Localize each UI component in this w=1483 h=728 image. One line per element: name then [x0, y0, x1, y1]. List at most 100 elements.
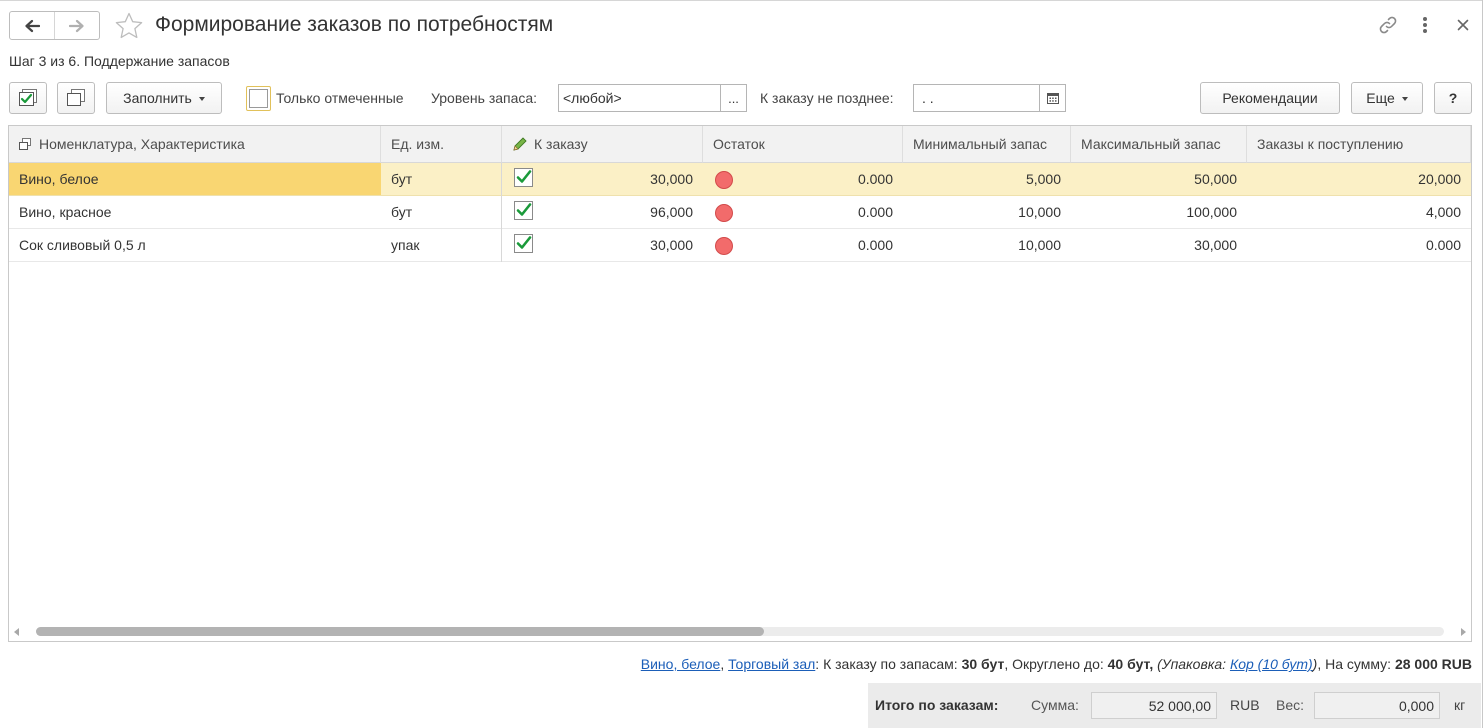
order-by-label: К заказу не позднее:	[760, 90, 894, 106]
fill-button-label: Заполнить	[123, 90, 192, 106]
check-all-icon	[19, 89, 37, 106]
cell-max-stock[interactable]: 50,000	[1071, 163, 1247, 196]
row-checkbox-checked-icon[interactable]	[514, 234, 533, 253]
stock-level-select-button[interactable]: ...	[721, 84, 747, 112]
cell-unit[interactable]: бут	[381, 163, 502, 196]
column-header-to-order[interactable]: К заказу	[502, 126, 703, 163]
info-comma: ,	[720, 656, 725, 672]
to-order-value: 96,000	[650, 204, 693, 220]
cell-min-stock[interactable]: 10,000	[903, 229, 1071, 262]
row-checkbox-checked-icon[interactable]	[514, 168, 533, 187]
stock-level-label: Уровень запаса:	[431, 90, 538, 106]
page-title: Формирование заказов по потребностям	[155, 13, 554, 36]
recommendations-button[interactable]: Рекомендации	[1200, 82, 1340, 114]
info-text-4: , На сумму:	[1317, 656, 1395, 672]
cell-to-order[interactable]: 30,000	[502, 163, 703, 196]
column-header-max-stock[interactable]: Максимальный запас	[1071, 126, 1247, 163]
frozen-column-divider	[501, 163, 502, 262]
calendar-button[interactable]	[1040, 84, 1066, 112]
cell-to-order[interactable]: 30,000	[502, 229, 703, 262]
info-pack-prefix: (Упаковка:	[1157, 656, 1230, 672]
more-button[interactable]: Еще	[1351, 82, 1423, 114]
checkbox-inner	[249, 89, 268, 108]
navigation-group	[9, 11, 100, 40]
cell-incoming-orders[interactable]: 4,000	[1247, 196, 1471, 229]
table-row[interactable]: Вино, белое бут 30,000 0.000 5,000 50,00…	[9, 163, 1471, 196]
info-order-qty: 30 бут	[961, 656, 1005, 672]
stock-value: 0.000	[857, 204, 893, 220]
pack-link[interactable]: Кор (10 бут)	[1230, 656, 1313, 672]
uncheck-all-button[interactable]	[57, 82, 95, 114]
arrow-right-icon	[69, 19, 84, 32]
hierarchy-icon	[19, 138, 31, 150]
totals-label: Итого по заказам:	[875, 697, 999, 713]
cell-min-stock[interactable]: 10,000	[903, 196, 1071, 229]
order-by-date-field[interactable]: . .	[913, 84, 1040, 112]
kebab-icon	[1423, 17, 1427, 33]
cell-unit[interactable]: бут	[381, 196, 502, 229]
sum-field: 52 000,00	[1091, 692, 1217, 719]
close-button[interactable]	[1451, 13, 1475, 37]
cell-stock[interactable]: 0.000	[703, 163, 903, 196]
scroll-left-icon[interactable]	[14, 628, 19, 636]
more-button-label: Еще	[1366, 90, 1395, 106]
cell-max-stock[interactable]: 100,000	[1071, 196, 1247, 229]
status-red-dot-icon	[715, 237, 733, 255]
cell-min-stock[interactable]: 5,000	[903, 163, 1071, 196]
column-header-nomenclature-label: Номенклатура, Характеристика	[39, 136, 245, 152]
item-link[interactable]: Вино, белое	[641, 656, 721, 672]
column-header-incoming-orders[interactable]: Заказы к поступлению	[1247, 126, 1471, 163]
info-text-2: , Округлено до:	[1004, 656, 1108, 672]
cell-stock[interactable]: 0.000	[703, 196, 903, 229]
close-icon	[1457, 19, 1469, 31]
only-checked-label: Только отмеченные	[276, 90, 404, 106]
column-header-to-order-label: К заказу	[534, 136, 588, 152]
table-row[interactable]: Сок сливовый 0,5 л упак 30,000 0.000 10,…	[9, 229, 1471, 262]
cell-incoming-orders[interactable]: 20,000	[1247, 163, 1471, 196]
to-order-value: 30,000	[650, 171, 693, 187]
only-checked-checkbox[interactable]	[246, 86, 271, 111]
weight-label: Вес:	[1276, 697, 1305, 713]
horizontal-scrollbar[interactable]	[8, 623, 1472, 641]
weight-unit-label: кг	[1454, 697, 1466, 713]
cell-unit[interactable]: упак	[381, 229, 502, 262]
more-menu-button[interactable]	[1413, 13, 1437, 37]
pencil-icon	[513, 137, 527, 151]
table-header: Номенклатура, Характеристика Ед. изм. К …	[9, 126, 1471, 163]
cell-nomenclature[interactable]: Вино, красное	[9, 196, 381, 229]
link-icon	[1379, 16, 1397, 34]
cell-nomenclature[interactable]: Сок сливовый 0,5 л	[9, 229, 381, 262]
back-button[interactable]	[10, 12, 54, 39]
cell-to-order[interactable]: 96,000	[502, 196, 703, 229]
scroll-right-icon[interactable]	[1461, 628, 1466, 636]
column-header-unit[interactable]: Ед. изм.	[381, 126, 502, 163]
stock-level-field[interactable]: <любой>	[558, 84, 721, 112]
fill-button[interactable]: Заполнить	[106, 82, 222, 114]
link-button[interactable]	[1376, 13, 1400, 37]
selected-row-info: Вино, белое, Торговый зал: К заказу по з…	[641, 656, 1472, 672]
cell-nomenclature[interactable]: Вино, белое	[9, 163, 381, 196]
top-border	[0, 0, 1483, 1]
cell-max-stock[interactable]: 30,000	[1071, 229, 1247, 262]
table-row[interactable]: Вино, красное бут 96,000 0.000 10,000 10…	[9, 196, 1471, 229]
cell-incoming-orders[interactable]: 0.000	[1247, 229, 1471, 262]
cell-stock[interactable]: 0.000	[703, 229, 903, 262]
status-red-dot-icon	[715, 204, 733, 222]
check-all-button[interactable]	[9, 82, 47, 114]
scroll-thumb[interactable]	[36, 627, 764, 636]
forward-button[interactable]	[54, 12, 99, 39]
row-checkbox-checked-icon[interactable]	[514, 201, 533, 220]
column-header-min-stock[interactable]: Минимальный запас	[903, 126, 1071, 163]
help-button[interactable]: ?	[1434, 82, 1472, 114]
column-header-nomenclature[interactable]: Номенклатура, Характеристика	[9, 126, 381, 163]
to-order-value: 30,000	[650, 237, 693, 253]
column-header-stock[interactable]: Остаток	[703, 126, 903, 163]
uncheck-all-icon	[67, 89, 85, 106]
store-link[interactable]: Торговый зал	[728, 656, 815, 672]
chevron-down-icon	[1401, 97, 1408, 101]
weight-field: 0,000	[1314, 692, 1440, 719]
calendar-icon	[1046, 93, 1059, 104]
sum-label: Сумма:	[1031, 697, 1079, 713]
favorite-star-icon[interactable]	[114, 11, 144, 41]
stock-value: 0.000	[857, 237, 893, 253]
